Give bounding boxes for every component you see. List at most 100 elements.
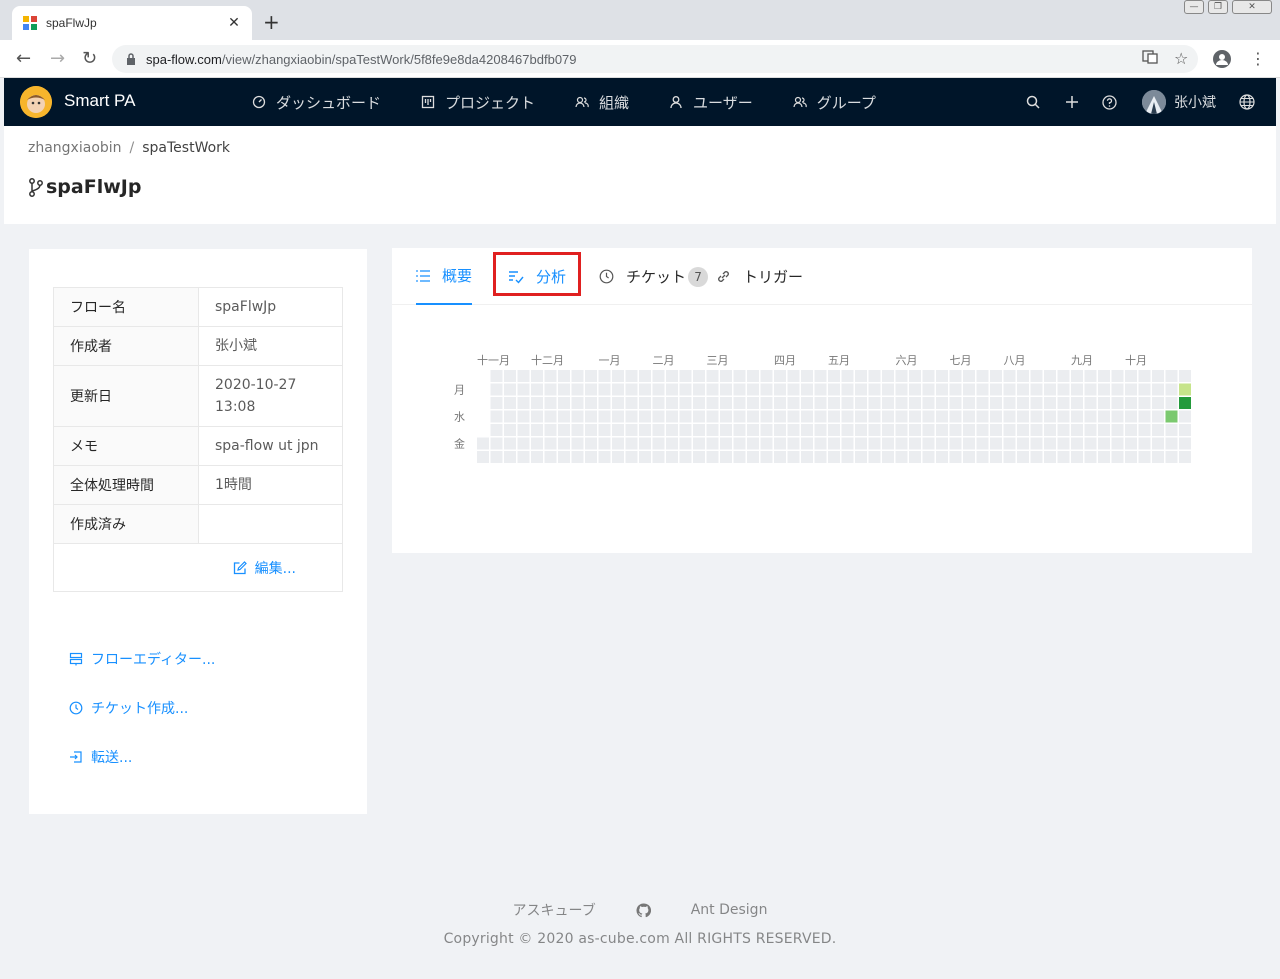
heatmap-cell — [1071, 383, 1083, 396]
ticket-count-badge: 7 — [688, 266, 709, 287]
heatmap-cell — [747, 424, 759, 436]
heatmap-cell — [639, 397, 651, 409]
heatmap-cell — [787, 383, 800, 396]
heatmap-cell — [693, 451, 705, 463]
breadcrumb-item[interactable]: spaTestWork — [142, 140, 230, 156]
create-ticket-link[interactable]: チケット作成... — [69, 698, 215, 718]
menu-item-users[interactable]: ユーザー — [649, 78, 773, 126]
heatmap-cell — [1125, 424, 1137, 436]
heatmap-cell — [909, 437, 921, 450]
language-button[interactable] — [1239, 78, 1255, 126]
details-row: フロー名 spaFlwJp — [54, 288, 342, 327]
activity-heatmap: 十一月 十二月 一月 二月 三月 四月 五月 六月 七月 八月 九月 十月月水金 — [392, 305, 1252, 553]
heatmap-cell — [544, 410, 557, 423]
heatmap-weekday-label: 水 — [454, 411, 465, 424]
transfer-link[interactable]: 転送... — [69, 747, 215, 767]
heatmap-cell — [639, 370, 651, 382]
heatmap-cell — [1098, 451, 1110, 463]
footer-link-antdesign[interactable]: Ant Design — [691, 900, 768, 920]
heatmap-cell — [625, 424, 638, 436]
heatmap-month-label: 九月 — [1071, 354, 1093, 367]
lock-icon — [127, 53, 135, 65]
new-tab-icon[interactable]: + — [263, 12, 280, 32]
menu-item-organization[interactable]: 組織 — [555, 78, 649, 126]
heatmap-cell — [814, 370, 827, 382]
heatmap-weekday-label: 金 — [454, 437, 465, 451]
heatmap-cell — [841, 437, 854, 450]
menu-item-project[interactable]: プロジェクト — [401, 78, 555, 126]
heatmap-cell — [558, 437, 570, 450]
heatmap-cell — [963, 370, 975, 382]
user-menu[interactable]: 张小斌 — [1142, 78, 1216, 126]
tab-overview[interactable]: 概要 — [416, 248, 473, 305]
heatmap-cell — [868, 437, 881, 450]
breadcrumb-separator: / — [129, 140, 135, 156]
flow-editor-link[interactable]: フローエディター... — [69, 649, 215, 669]
heatmap-cell — [1003, 451, 1016, 463]
heatmap-cell — [666, 370, 678, 382]
heatmap-cell — [760, 370, 773, 382]
heatmap-cell — [1098, 424, 1110, 436]
window-close-icon[interactable]: ✕ — [1232, 0, 1272, 14]
heatmap-cell — [720, 410, 732, 423]
heatmap-cell — [544, 397, 557, 409]
heatmap-cell — [841, 410, 854, 423]
heatmap-cell — [895, 424, 908, 436]
heatmap-cell — [990, 370, 1002, 382]
search-button[interactable] — [1026, 78, 1040, 126]
create-button[interactable] — [1065, 78, 1079, 126]
heatmap-cell — [639, 410, 651, 423]
heatmap-cell — [990, 424, 1002, 436]
tab-close-icon[interactable]: ✕ — [226, 15, 242, 31]
edit-link[interactable]: 編集... — [233, 558, 296, 578]
profile-icon[interactable] — [1212, 49, 1232, 74]
help-button[interactable] — [1102, 78, 1117, 126]
reload-icon[interactable]: ↻ — [82, 49, 97, 69]
heatmap-cell — [720, 424, 732, 436]
heatmap-cell — [882, 424, 894, 436]
browser-tab[interactable]: spaFlwJp ✕ — [12, 6, 252, 40]
tab-label: 概要 — [442, 267, 473, 285]
minimize-icon[interactable]: — — [1184, 0, 1204, 14]
tab-triggers[interactable]: トリガー — [716, 248, 803, 305]
tab-tickets[interactable]: チケット 7 — [599, 248, 709, 305]
action-label: フローエディター... — [91, 652, 216, 668]
details-row: メモ spa-flow ut jpn — [54, 427, 342, 466]
heatmap-cell — [909, 410, 921, 423]
address-bar[interactable]: spa-flow.com/view/zhangxiaobin/spaTestWo… — [112, 45, 1198, 73]
heatmap-cell — [1044, 437, 1056, 450]
translate-icon[interactable] — [1142, 49, 1158, 70]
menu-item-groups[interactable]: グループ — [773, 78, 896, 126]
bookmark-star-icon[interactable]: ☆ — [1174, 49, 1188, 69]
breadcrumb-item[interactable]: zhangxiaobin — [28, 140, 122, 156]
group-icon — [793, 96, 807, 108]
heatmap-cell — [720, 383, 732, 396]
heatmap-cell — [504, 451, 516, 463]
heatmap-cell — [585, 397, 597, 409]
heatmap-cell — [1003, 383, 1016, 396]
menu-item-dashboard[interactable]: ダッシュボード — [232, 78, 401, 126]
heatmap-cell — [666, 397, 678, 409]
heatmap-cell — [801, 370, 813, 382]
page-title: spaFlwJp — [28, 176, 141, 198]
back-icon[interactable]: ← — [16, 49, 31, 69]
copyright: Copyright © 2020 as-cube.com All RIGHTS … — [443, 931, 837, 947]
app-logo[interactable] — [20, 86, 52, 118]
heatmap-cell — [1125, 383, 1137, 396]
heatmap-cell — [1030, 397, 1043, 409]
details-label: 更新日 — [54, 366, 199, 426]
heatmap-cell — [693, 437, 705, 450]
restore-icon[interactable]: ❐ — [1208, 0, 1228, 14]
heatmap-cell — [504, 437, 516, 450]
heatmap-cell — [1057, 370, 1070, 382]
heatmap-cell — [517, 370, 530, 382]
forward-icon[interactable]: → — [50, 49, 65, 69]
heatmap-cell — [504, 370, 516, 382]
heatmap-cell — [679, 410, 692, 423]
github-link[interactable] — [636, 900, 651, 920]
heatmap-cell — [936, 370, 948, 382]
more-menu-icon[interactable]: ⋮ — [1250, 49, 1266, 69]
heatmap-cell — [909, 383, 921, 396]
footer-link-ascube[interactable]: アスキューブ — [513, 900, 596, 920]
heatmap-cell — [625, 370, 638, 382]
